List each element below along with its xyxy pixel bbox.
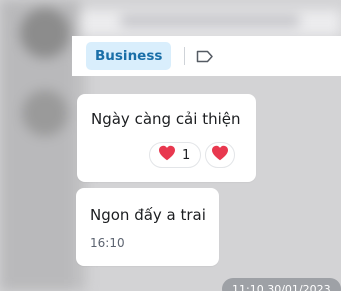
heart-icon — [211, 145, 229, 165]
tag-label: Business — [95, 48, 163, 64]
chat-screen: Business Ngày càng cải thiện 1 Ngon đấy … — [0, 0, 341, 291]
label-tag-icon[interactable] — [195, 48, 215, 64]
reaction-count: 1 — [182, 147, 191, 163]
message-time: 16:10 — [90, 236, 125, 250]
message-text: Ngon đấy a trai — [90, 206, 206, 224]
heart-icon — [158, 145, 176, 165]
add-reaction-button[interactable] — [205, 142, 236, 168]
message-bubble[interactable]: Ngon đấy a trai 16:10 — [76, 188, 219, 266]
reaction-summary[interactable]: 1 — [149, 142, 202, 168]
reaction-group: 1 — [149, 142, 236, 168]
message-bubble[interactable]: Ngày càng cải thiện 1 — [77, 94, 256, 182]
background-avatar — [22, 90, 68, 136]
date-separator: 11:10 30/01/2023 — [222, 278, 341, 291]
business-tag[interactable]: Business — [86, 42, 172, 70]
divider — [184, 47, 186, 65]
conversation-tag-bar: Business — [72, 36, 341, 76]
background-avatar — [20, 8, 70, 58]
background-header-text — [120, 16, 300, 26]
message-text: Ngày càng cải thiện — [91, 110, 241, 128]
